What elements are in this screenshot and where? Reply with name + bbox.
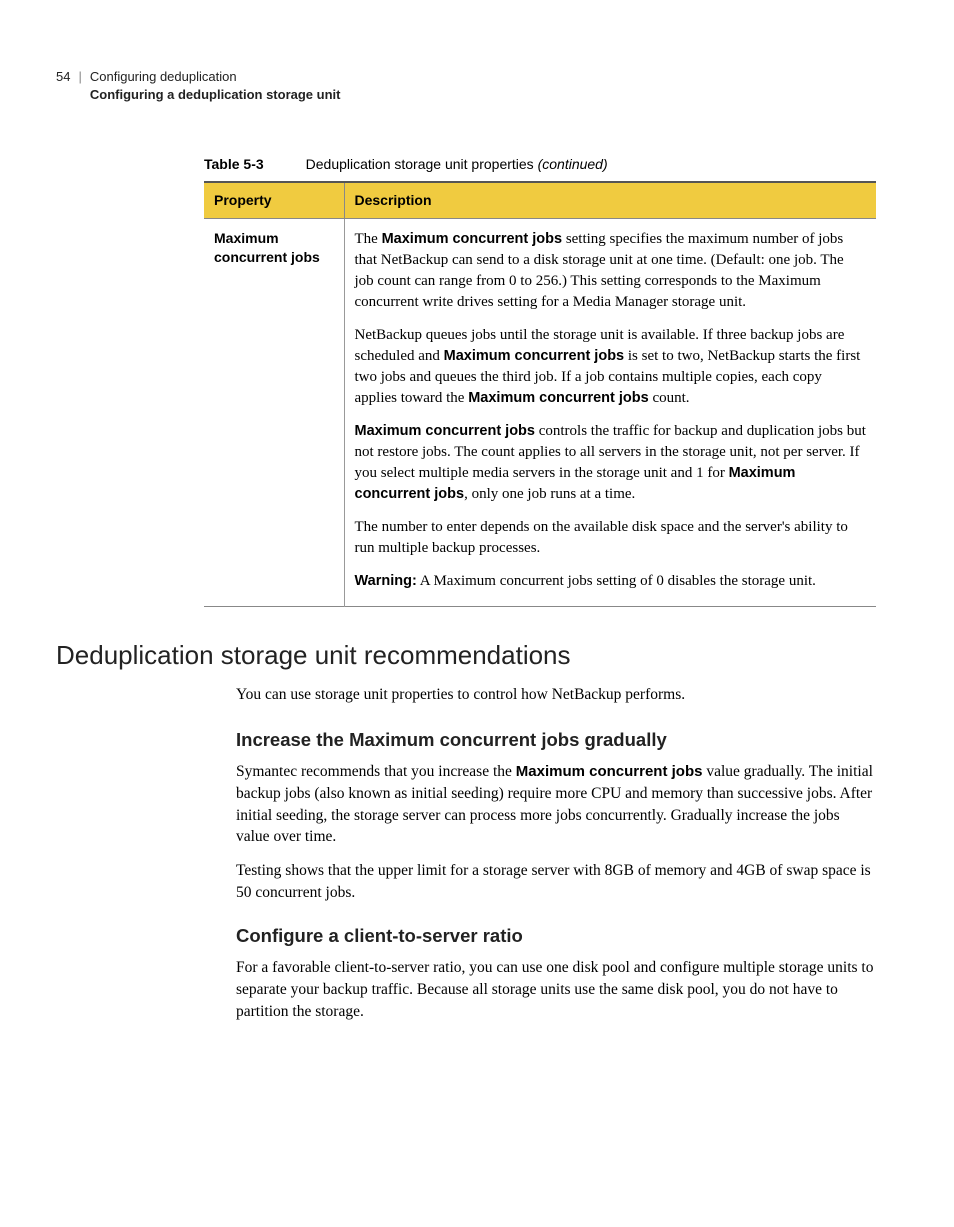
sec1-para-2: Testing shows that the upper limit for a… xyxy=(236,860,876,903)
properties-table: Property Description Maximum concurrent … xyxy=(204,181,876,608)
table-header-row: Property Description xyxy=(204,182,876,219)
heading-recommendations: Deduplication storage unit recommendatio… xyxy=(56,637,876,673)
desc-para-2: NetBackup queues jobs until the storage … xyxy=(355,325,867,409)
desc-para-3: Maximum concurrent jobs controls the tra… xyxy=(355,421,867,505)
sec2-para-1: For a favorable client-to-server ratio, … xyxy=(236,957,876,1022)
caption-text: Deduplication storage unit properties xyxy=(306,156,538,172)
section-client-ratio: Configure a client-to-server ratio For a… xyxy=(236,923,876,1022)
page-header: 54 | Configuring deduplication Configuri… xyxy=(56,68,876,103)
property-name: Maximum concurrent jobs xyxy=(204,219,344,607)
table-label: Table 5-3 xyxy=(204,155,264,175)
table-block: Table 5-3 Deduplication storage unit pro… xyxy=(204,155,876,607)
desc-para-1: The Maximum concurrent jobs setting spec… xyxy=(355,229,867,313)
section-increase-jobs: Increase the Maximum concurrent jobs gra… xyxy=(236,727,876,903)
col-property: Property xyxy=(204,182,344,219)
page-number: 54 xyxy=(56,68,70,86)
desc-para-5: Warning: A Maximum concurrent jobs setti… xyxy=(355,571,867,592)
property-description: The Maximum concurrent jobs setting spec… xyxy=(344,219,876,607)
table-caption: Deduplication storage unit properties (c… xyxy=(306,155,608,175)
heading-increase-jobs: Increase the Maximum concurrent jobs gra… xyxy=(236,727,876,753)
header-titles: Configuring deduplication Configuring a … xyxy=(90,68,341,103)
header-divider: | xyxy=(78,68,81,86)
heading-client-ratio: Configure a client-to-server ratio xyxy=(236,923,876,949)
desc-para-4: The number to enter depends on the avail… xyxy=(355,517,867,559)
intro-paragraph: You can use storage unit properties to c… xyxy=(236,684,876,706)
sec1-para-1: Symantec recommends that you increase th… xyxy=(236,761,876,848)
table-caption-row: Table 5-3 Deduplication storage unit pro… xyxy=(204,155,876,175)
section-title: Configuring a deduplication storage unit xyxy=(90,86,341,104)
col-description: Description xyxy=(344,182,876,219)
chapter-title: Configuring deduplication xyxy=(90,68,341,86)
table-row: Maximum concurrent jobs The Maximum conc… xyxy=(204,219,876,607)
caption-continued: (continued) xyxy=(538,156,608,172)
